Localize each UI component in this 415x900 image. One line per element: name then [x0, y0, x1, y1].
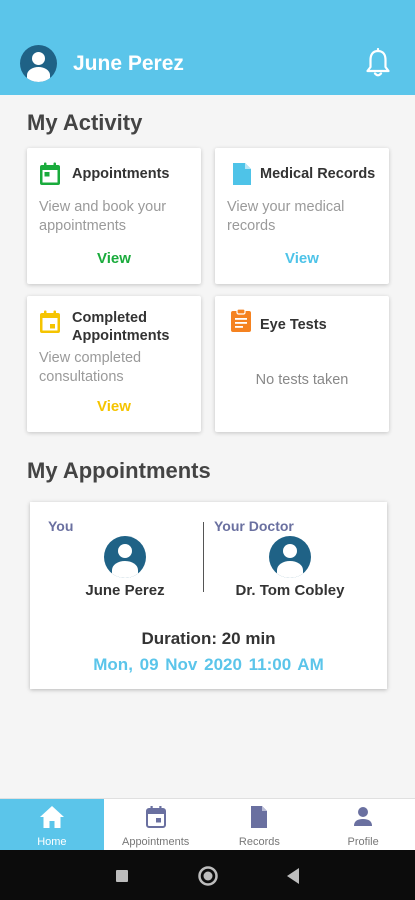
card-title: Eye Tests: [260, 317, 327, 333]
tab-label: Profile: [347, 836, 379, 848]
card-description: View and book your appointments: [39, 199, 167, 234]
doctor-label: Your Doctor: [214, 518, 294, 534]
person-icon: [354, 807, 373, 826]
back-icon[interactable]: [285, 867, 301, 885]
document-icon: [233, 163, 251, 185]
activity-section-title: My Activity: [27, 110, 143, 135]
doctor-avatar-icon: [269, 536, 311, 578]
appointments-section-title: My Appointments: [27, 458, 211, 483]
card-title: Appointments: [72, 166, 170, 182]
medical-records-card[interactable]: Medical Records View your medical record…: [215, 148, 389, 284]
tab-records[interactable]: Records: [208, 799, 312, 851]
tab-label: Home: [37, 836, 67, 848]
view-completed-link[interactable]: View: [27, 398, 201, 415]
card-description: View your medical records: [227, 199, 345, 234]
patient-name: June Perez: [85, 582, 165, 599]
card-title: Medical Records: [260, 166, 376, 182]
appointment-datetime: Mon, 09 Nov 2020 11:00 AM: [93, 655, 324, 674]
calendar-check-icon: [40, 310, 60, 333]
tab-home[interactable]: Home: [0, 799, 104, 851]
home-icon: [39, 806, 64, 828]
recents-icon[interactable]: [115, 869, 129, 883]
calendar-icon: [145, 806, 166, 828]
document-icon: [251, 806, 268, 828]
empty-state-text: No tests taken: [255, 372, 349, 388]
user-avatar-icon[interactable]: [20, 45, 57, 82]
clipboard-icon: [231, 308, 251, 332]
home-circle-icon[interactable]: [197, 865, 219, 887]
tab-profile[interactable]: Profile: [311, 799, 415, 851]
appointment-duration: Duration: 20 min: [141, 629, 276, 648]
doctor-name: Dr. Tom Cobley: [235, 582, 345, 599]
eye-tests-card[interactable]: Eye Tests No tests taken: [215, 296, 389, 432]
user-name: June Perez: [73, 52, 184, 75]
card-title: Completed Appointments: [72, 310, 170, 344]
patient-avatar-icon: [104, 536, 146, 578]
tab-label: Records: [238, 836, 280, 848]
card-description: View completed consultations: [39, 350, 142, 385]
bottom-tab-bar: Home Appointments Records Profile: [0, 798, 415, 851]
you-label: You: [48, 518, 74, 534]
app-header: June Perez: [0, 0, 415, 95]
tab-label: Appointments: [121, 836, 190, 848]
calendar-icon: [40, 162, 60, 185]
bell-icon[interactable]: [365, 48, 391, 78]
appointments-card[interactable]: Appointments View and book your appointm…: [27, 148, 201, 284]
completed-appointments-card[interactable]: Completed Appointments View completed co…: [27, 296, 201, 432]
tab-appointments[interactable]: Appointments: [104, 799, 208, 851]
view-appointments-link[interactable]: View: [27, 250, 201, 267]
appointment-card[interactable]: You Your Doctor June Perez Dr. Tom Coble…: [30, 502, 387, 689]
system-nav-bar: [0, 850, 415, 900]
view-medical-records-link[interactable]: View: [215, 250, 389, 267]
